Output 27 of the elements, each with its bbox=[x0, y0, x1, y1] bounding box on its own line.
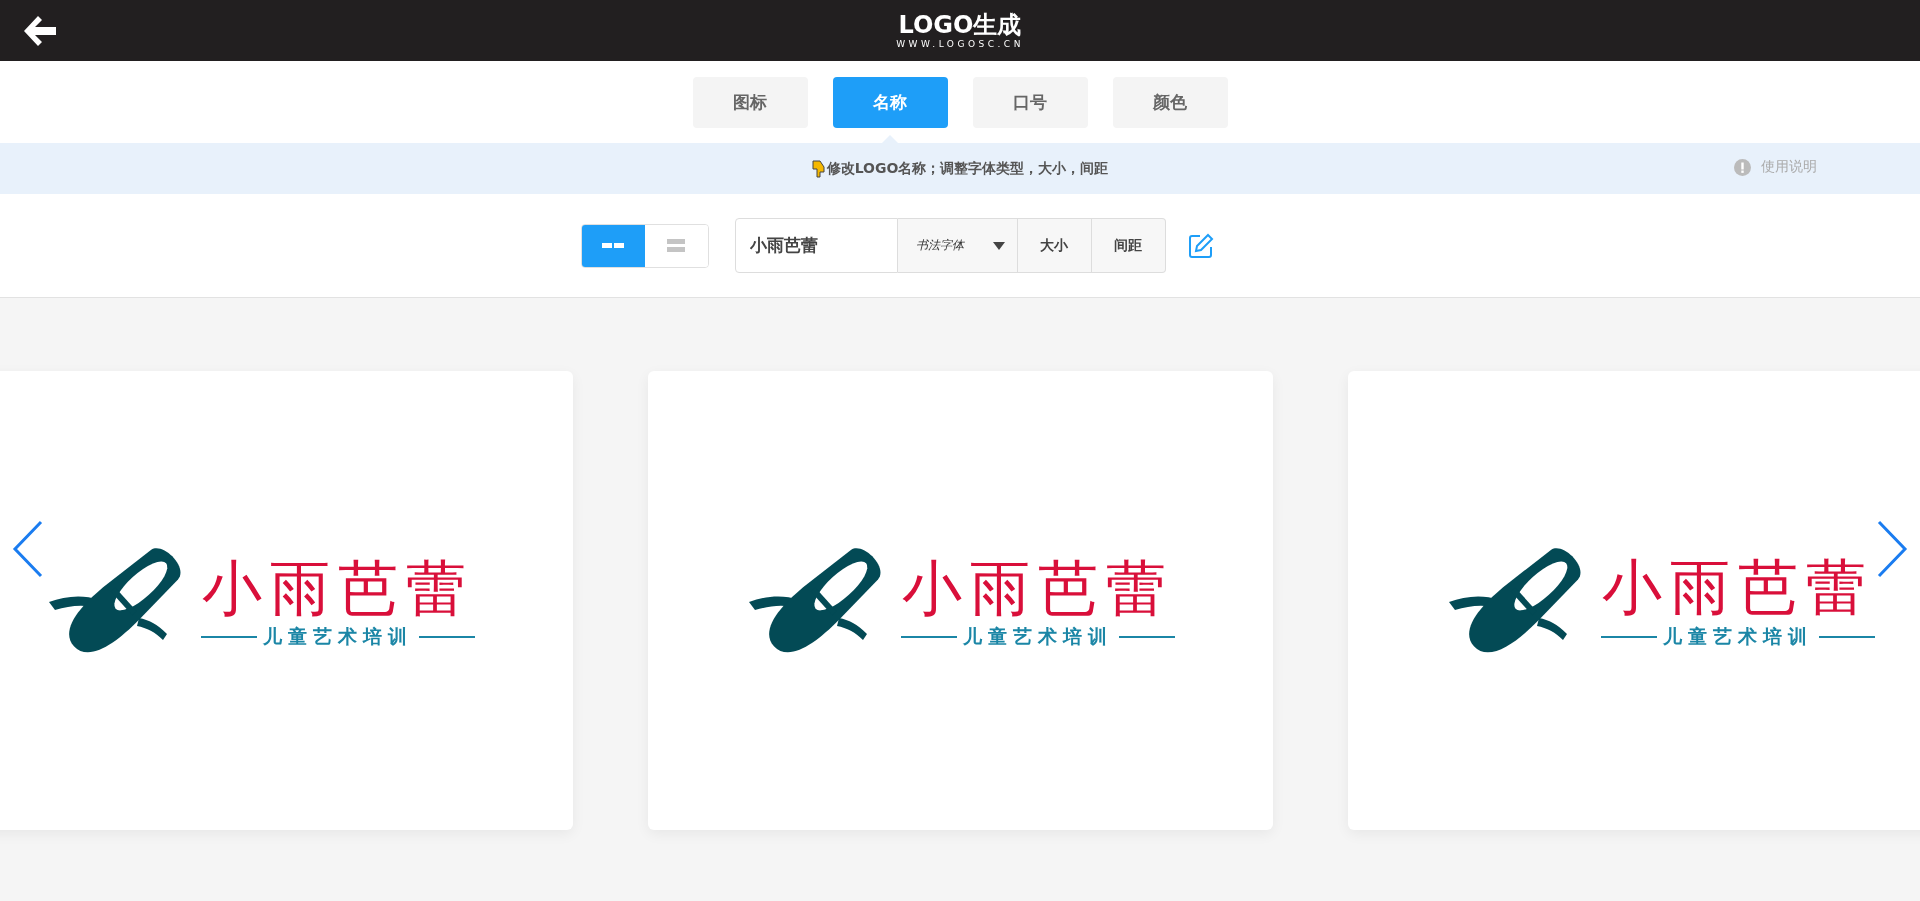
name-input-field[interactable]: 小雨芭蕾 bbox=[734, 218, 898, 273]
tab[interactable]: 图标 bbox=[692, 76, 808, 128]
tab[interactable]: 口号 bbox=[972, 76, 1088, 128]
stacked-layout-icon bbox=[665, 239, 687, 252]
logo-card[interactable]: 小雨芭蕾 儿童艺术培训 bbox=[1348, 371, 1920, 830]
logo-slogan: 儿童艺术培训 bbox=[262, 623, 413, 649]
logo-title: LOGO生成 bbox=[898, 11, 1022, 38]
logo-url: WWW.LOGOSC.CN bbox=[896, 37, 1024, 50]
layout-toggle[interactable] bbox=[581, 224, 645, 267]
spacing-button[interactable]: 间距 bbox=[1091, 218, 1166, 273]
font-dropdown[interactable]: 书法字体 bbox=[897, 218, 1018, 273]
logo-card[interactable]: 小雨芭蕾 儿童艺术培训 bbox=[0, 371, 573, 830]
logo-slogan: 儿童艺术培训 bbox=[1662, 623, 1813, 649]
tab[interactable]: 颜色 bbox=[1112, 76, 1228, 128]
pointing-hand-icon bbox=[811, 159, 825, 178]
logo-card[interactable]: 小雨芭蕾 儿童艺术培训 bbox=[648, 371, 1273, 830]
tab[interactable]: 名称 bbox=[832, 76, 948, 128]
caret-icon bbox=[992, 241, 1005, 250]
back-arrow-icon[interactable] bbox=[24, 14, 58, 48]
edit-icon[interactable] bbox=[1187, 232, 1214, 259]
logo-name: 小雨芭蕾 bbox=[201, 551, 474, 624]
info-icon bbox=[1734, 158, 1751, 176]
size-button[interactable]: 大小 bbox=[1017, 218, 1092, 273]
logo-slogan: 儿童艺术培训 bbox=[962, 623, 1113, 649]
logo-name: 小雨芭蕾 bbox=[901, 551, 1174, 624]
hint-text: 修改LOGO名称；调整字体类型，大小，间距 bbox=[826, 159, 1109, 178]
logo-name: 小雨芭蕾 bbox=[1601, 553, 1874, 623]
